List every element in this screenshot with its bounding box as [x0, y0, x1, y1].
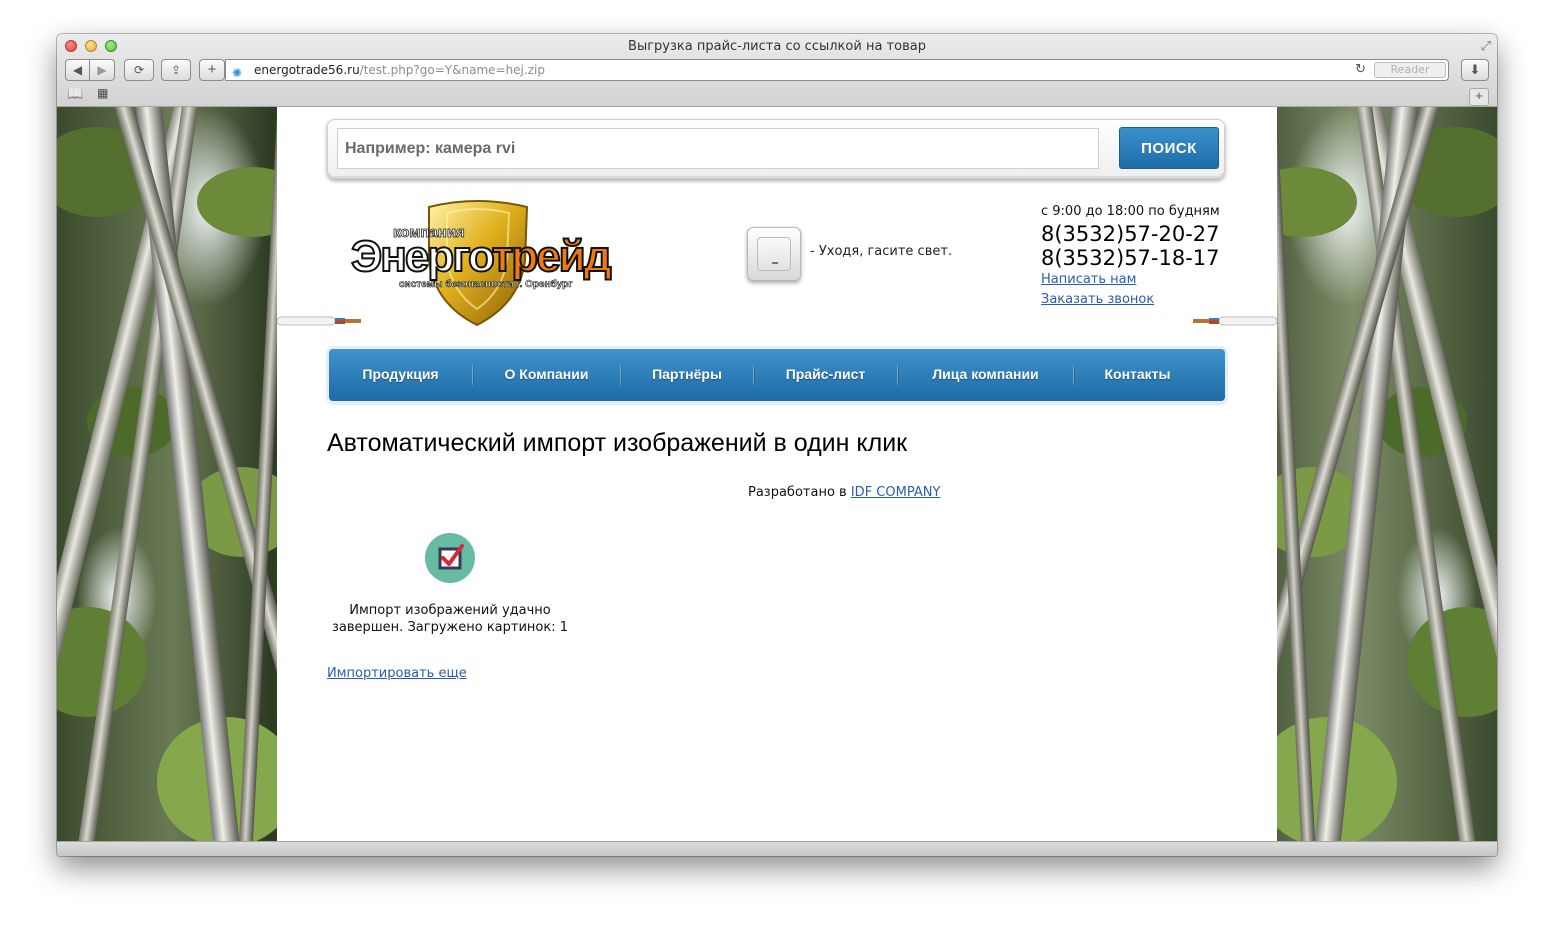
idf-company-link[interactable]: IDF COMPANY — [851, 485, 941, 500]
success-checkbox-icon — [425, 533, 475, 583]
energotrade-logo[interactable]: компания Энерготрейд системы безопасност… — [347, 199, 617, 329]
share-button[interactable]: ⇪ — [161, 59, 191, 81]
site-favicon-icon: ✺ — [232, 66, 243, 80]
logo-brand-part1: Энерго — [351, 232, 494, 281]
contacts-block: с 9:00 до 18:00 по будням 8(3532)57-20-2… — [1041, 204, 1271, 310]
logo-subtitle: системы безопасности г. Оренбург — [399, 278, 572, 290]
cable-right-icon — [1193, 316, 1277, 326]
downloads-button[interactable]: ⬇ — [1461, 59, 1489, 81]
browser-status-bar — [57, 841, 1497, 856]
tagline-text: - Уходя, гасите свет. — [810, 244, 953, 259]
url-text[interactable]: energotrade56.ru/test.php?go=Y&name=hej.… — [254, 60, 545, 80]
light-switch-icon — [747, 227, 801, 281]
search-button[interactable]: ПОИСК — [1119, 127, 1219, 169]
browser-window: Выгрузка прайс-листа со ссылкой на товар… — [57, 34, 1497, 856]
developed-by-label: Разработано в — [748, 485, 847, 500]
nav-item-partners[interactable]: Партнёры — [621, 349, 753, 401]
svg-text:Энерготрейд: Энерготрейд — [351, 232, 612, 281]
back-arrow-icon: ◀ — [72, 63, 83, 77]
back-button[interactable]: ◀ — [65, 59, 90, 81]
download-icon: ⬇ — [1469, 62, 1481, 77]
main-navigation: Продукция О Компании Партнёры Прайс-лист… — [329, 349, 1225, 401]
url-host: energotrade56.ru — [254, 63, 360, 77]
history-button[interactable]: ⟳ — [124, 59, 154, 81]
working-hours: с 9:00 до 18:00 по будням — [1041, 204, 1220, 219]
nav-item-price-list[interactable]: Прайс-лист — [754, 349, 897, 401]
url-path: /test.php?go=Y&name=hej.zip — [359, 63, 545, 77]
callback-link[interactable]: Заказать звонок — [1041, 290, 1271, 310]
reload-icon[interactable]: ↻ — [1355, 60, 1366, 80]
logo-brand-part2: трейд — [492, 232, 612, 281]
nav-item-team[interactable]: Лица компании — [898, 349, 1073, 401]
nav-item-about[interactable]: О Компании — [473, 349, 620, 401]
page-title: Автоматический импорт изображений в один… — [327, 429, 908, 457]
cable-left-icon — [277, 316, 361, 326]
browser-toolbar: Выгрузка прайс-листа со ссылкой на товар… — [57, 34, 1497, 107]
write-us-link[interactable]: Написать нам — [1041, 270, 1271, 290]
search-panel: ПОИСК — [327, 119, 1225, 179]
developer-credits: Разработано в IDF COMPANY — [748, 485, 940, 500]
forest-background-right — [1277, 107, 1497, 841]
fullscreen-icon[interactable]: ⤢ — [1481, 38, 1491, 54]
top-sites-grid-icon[interactable]: ▦ — [97, 86, 108, 100]
phone-1: 8(3532)57-20-27 — [1041, 222, 1220, 246]
import-success-message: Импорт изображений удачно завершен. Загр… — [325, 602, 575, 636]
success-line-1: Импорт изображений удачно — [349, 603, 551, 618]
forest-background-left — [57, 107, 277, 841]
page-content: ПОИСК компания Энерготрейд системы безоп… — [277, 107, 1277, 841]
search-input[interactable] — [337, 128, 1099, 169]
share-icon: ⇪ — [170, 63, 182, 77]
window-title: Выгрузка прайс-листа со ссылкой на товар — [628, 39, 926, 54]
plus-icon: + — [207, 61, 217, 78]
reader-button[interactable]: Reader — [1374, 62, 1446, 78]
page-viewport: ПОИСК компания Энерготрейд системы безоп… — [57, 107, 1497, 841]
nav-item-products[interactable]: Продукция — [329, 349, 472, 401]
success-line-2: завершен. Загружено картинок: 1 — [332, 620, 568, 635]
forward-arrow-icon: ▶ — [97, 63, 107, 77]
nav-item-contacts[interactable]: Контакты — [1074, 349, 1201, 401]
import-more-link[interactable]: Импортировать еще — [327, 666, 467, 681]
phone-2: 8(3532)57-18-17 — [1041, 246, 1220, 270]
bookmarks-book-icon[interactable]: 📖 — [67, 86, 83, 102]
history-icon: ⟳ — [133, 63, 145, 77]
address-bar[interactable]: ✺ energotrade56.ru/test.php?go=Y&name=he… — [225, 59, 1449, 81]
add-tab-icon[interactable]: + — [1469, 88, 1489, 106]
new-tab-button[interactable]: + — [199, 59, 225, 81]
forward-button[interactable]: ▶ — [89, 59, 115, 81]
